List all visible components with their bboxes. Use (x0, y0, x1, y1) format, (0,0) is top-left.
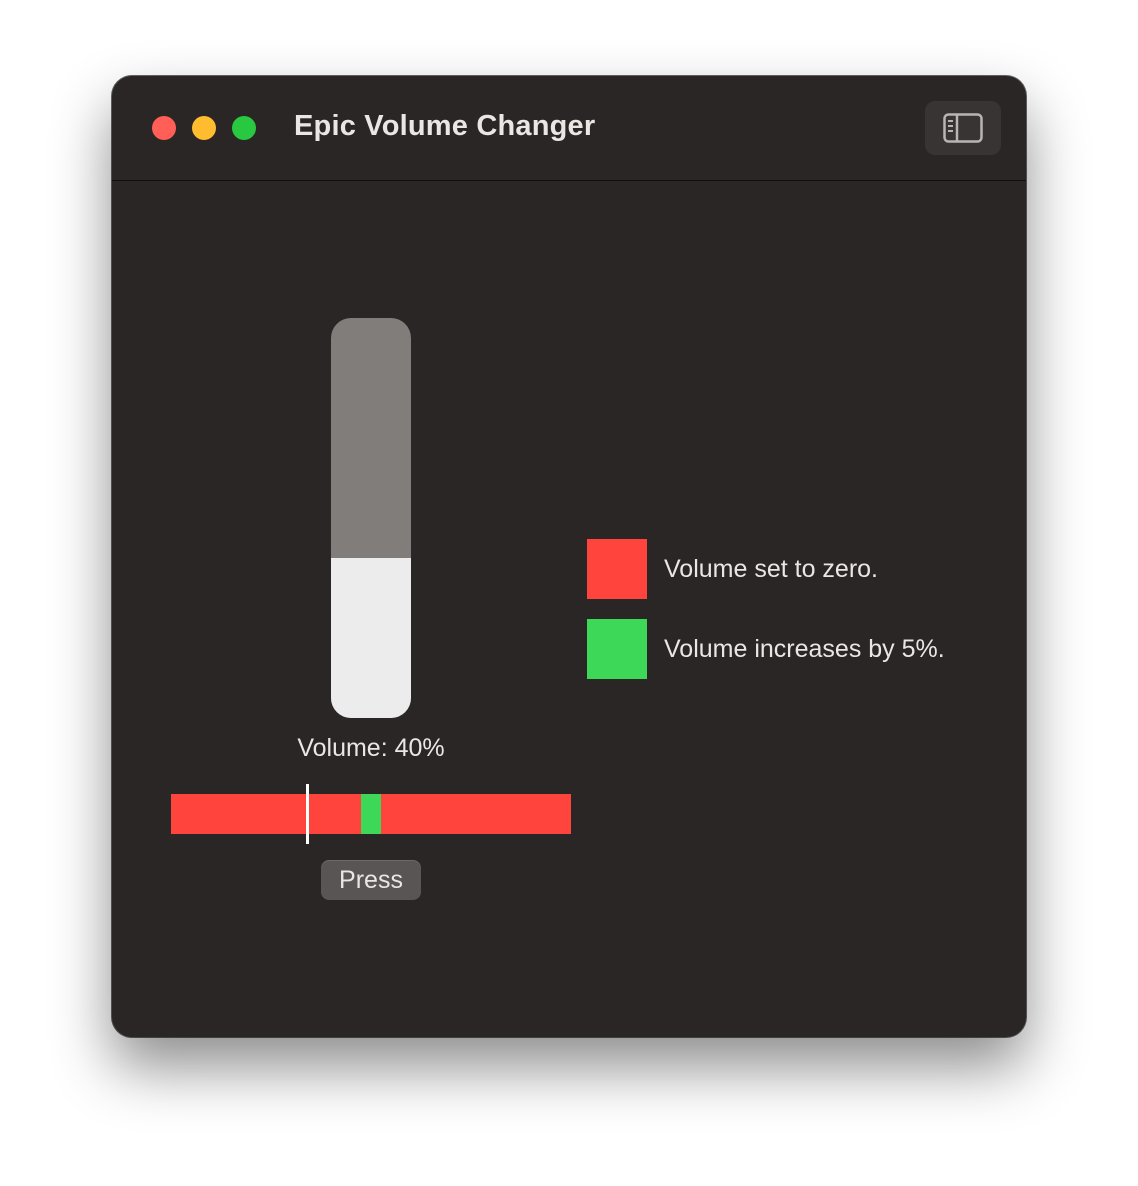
maximize-button[interactable] (232, 116, 256, 140)
volume-level-fill (331, 558, 411, 718)
sidebar-toggle-button[interactable] (925, 101, 1001, 155)
app-window: Epic Volume Changer Volume: 40% Press Vo… (112, 76, 1026, 1037)
legend-text-zero: Volume set to zero. (664, 554, 879, 583)
sidebar-left-icon (943, 113, 983, 143)
title-bar: Epic Volume Changer (112, 76, 1026, 181)
window-title: Epic Volume Changer (294, 110, 596, 142)
press-button[interactable]: Press (321, 860, 421, 900)
timing-bar (171, 784, 571, 844)
minimize-button[interactable] (192, 116, 216, 140)
volume-label: Volume: 40% (297, 734, 445, 762)
close-button[interactable] (152, 116, 176, 140)
legend-item-increase: Volume increases by 5%. (587, 619, 945, 679)
timing-bar-target-zone (361, 794, 381, 834)
legend-swatch-red (587, 539, 647, 599)
timing-bar-marker (306, 784, 309, 844)
legend-swatch-green (587, 619, 647, 679)
legend-text-increase: Volume increases by 5%. (664, 634, 945, 663)
legend-item-zero: Volume set to zero. (587, 539, 878, 599)
volume-level-indicator (331, 318, 411, 718)
